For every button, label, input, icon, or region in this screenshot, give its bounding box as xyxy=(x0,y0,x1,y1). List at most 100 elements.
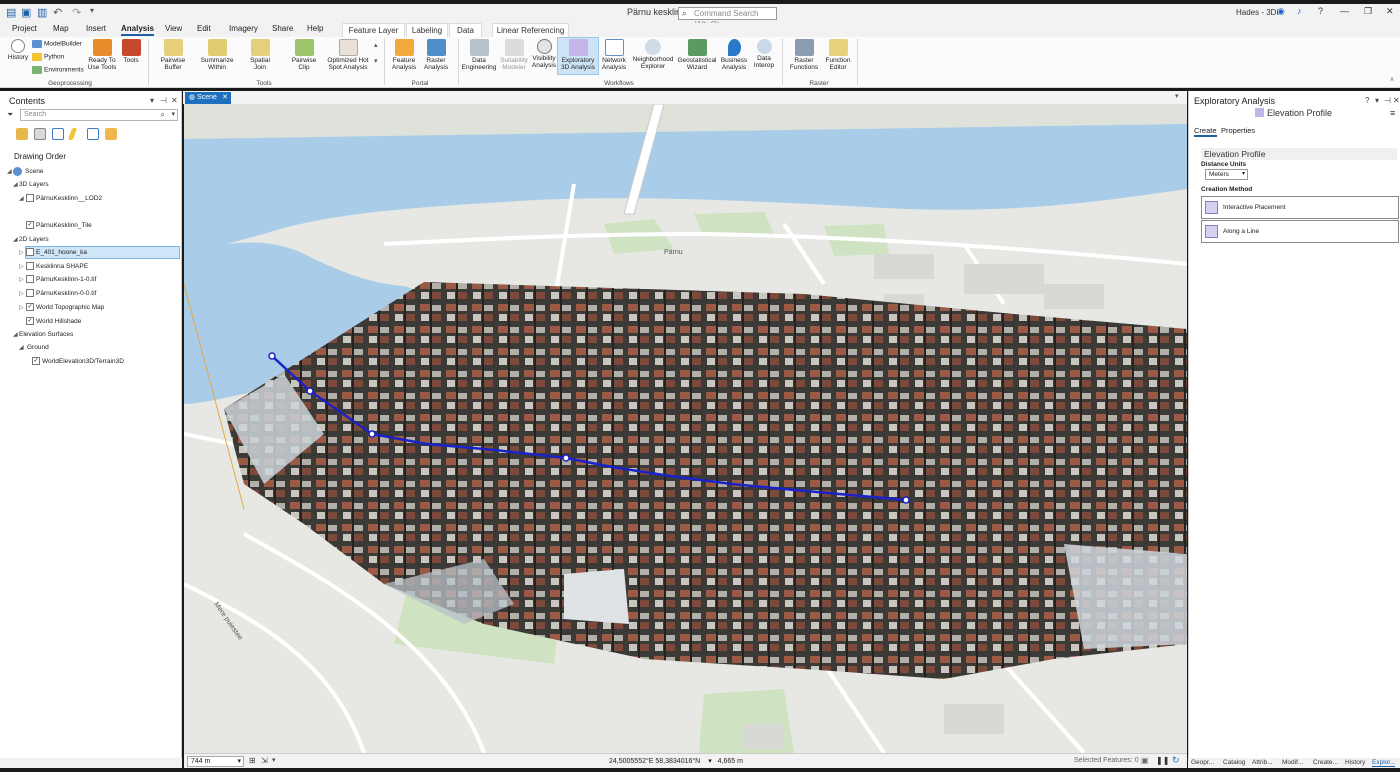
layer-visibility-checkbox[interactable]: ✓ xyxy=(26,303,34,311)
profile-vertex[interactable] xyxy=(268,352,276,360)
collapse-ribbon-icon[interactable]: ˄ xyxy=(1390,77,1394,84)
pairwise-buffer-tool[interactable]: Pairwise Buffer xyxy=(157,39,189,71)
tree-layer-terrain[interactable]: WorldElevation3D/Terrain3D xyxy=(42,358,124,365)
tree-layer-tile[interactable]: PärnuKesklinn_Tile xyxy=(36,222,92,229)
notifications-icon[interactable]: ◉ xyxy=(1277,6,1285,17)
tab-linear-referencing[interactable]: Linear Referencing xyxy=(492,23,569,37)
tree-layer-tif0[interactable]: PärnuKesklinn-0-0.tif xyxy=(36,290,96,297)
tab-edit[interactable]: Edit xyxy=(197,24,211,33)
pane-options-icon[interactable]: ▾ xyxy=(150,96,154,105)
filter-icon[interactable]: ⏷ xyxy=(7,110,13,120)
scene-canvas[interactable]: Pärnu Mere puiestee xyxy=(184,104,1187,753)
status-dropdown-icon[interactable]: ▾ xyxy=(272,756,276,764)
history-button[interactable]: History xyxy=(6,39,30,61)
view-options-icon[interactable]: ▾ xyxy=(1175,92,1179,100)
spatial-join-tool[interactable]: Spatial Join xyxy=(246,39,274,71)
function-editor-button[interactable]: Function Editor xyxy=(822,39,854,71)
layer-visibility-checkbox[interactable]: ✓ xyxy=(32,357,40,365)
profile-vertex[interactable] xyxy=(902,496,910,504)
expand-arrow-icon[interactable]: ▷ xyxy=(19,263,24,270)
layer-visibility-checkbox[interactable] xyxy=(26,289,34,297)
business-analysis-button[interactable]: Business Analysis xyxy=(718,39,750,71)
layer-visibility-checkbox[interactable]: ✓ xyxy=(26,221,34,229)
summarize-within-tool[interactable]: Summarize Within xyxy=(198,39,236,71)
exploratory-3d-analysis-button[interactable]: Exploratory 3D Analysis xyxy=(557,37,599,75)
tab-help[interactable]: Help xyxy=(307,24,323,33)
tab-attributes[interactable]: Attrib... xyxy=(1252,759,1273,766)
ready-to-use-tools-button[interactable]: Ready To Use Tools xyxy=(87,39,117,71)
expand-arrow-icon[interactable]: ◢ xyxy=(19,344,24,351)
refresh-view-icon[interactable]: ↻ xyxy=(1172,755,1180,766)
navigation-tools-icon[interactable]: ⊞ xyxy=(249,756,256,765)
close-pane-icon[interactable]: ✕ xyxy=(171,96,178,105)
layer-visibility-checkbox[interactable]: ✓ xyxy=(26,317,34,325)
tab-history[interactable]: History xyxy=(1345,759,1365,766)
contents-search-input[interactable]: Search ⌕ ▾ xyxy=(20,109,178,121)
pane-options-icon[interactable]: ▾ xyxy=(1375,96,1379,105)
modelbuilder-button[interactable]: ModelBuilder xyxy=(32,40,82,48)
command-search-input[interactable]: ⌕ Command Search (Alt+Q) xyxy=(678,7,777,29)
quick-access-dropdown-icon[interactable]: ▾ xyxy=(90,6,94,15)
tab-view[interactable]: View xyxy=(165,24,182,33)
expand-arrow-icon[interactable]: ◢ xyxy=(13,331,18,338)
tree-layer-lod2[interactable]: PärnuKesklinn__LOD2 xyxy=(36,195,102,202)
visibility-analysis-button[interactable]: Visibility Analysis xyxy=(530,39,558,69)
expand-arrow-icon[interactable]: ◢ xyxy=(19,195,24,202)
raster-functions-button[interactable]: Raster Functions xyxy=(786,39,822,71)
layer-visibility-checkbox[interactable] xyxy=(26,262,34,270)
layer-visibility-checkbox[interactable] xyxy=(26,194,34,202)
minimize-button[interactable]: — xyxy=(1340,6,1349,16)
save-project-icon[interactable]: ▥ xyxy=(37,6,47,19)
suitability-modeler-button[interactable]: Suitability Modeler xyxy=(498,39,530,71)
expand-arrow-icon[interactable]: ▷ xyxy=(19,276,24,283)
refresh-icon[interactable]: ▣ xyxy=(1141,756,1149,765)
list-by-drawing-order-icon[interactable] xyxy=(16,128,28,140)
environments-button[interactable]: Environments xyxy=(32,66,84,74)
pause-drawing-icon[interactable]: ❚❚ xyxy=(1156,756,1169,765)
help-button[interactable]: ? xyxy=(1318,6,1323,16)
tree-layer-tif1[interactable]: PärnuKesklinn-1-0.tif xyxy=(36,276,96,283)
maximize-button[interactable]: ❐ xyxy=(1364,6,1372,17)
pin-icon[interactable]: ⊣ xyxy=(160,96,167,105)
layer-visibility-checkbox[interactable] xyxy=(26,275,34,283)
redo-icon[interactable]: ↷ xyxy=(72,6,81,19)
python-button[interactable]: Python xyxy=(32,53,64,61)
tab-create[interactable]: Create xyxy=(1194,126,1217,137)
tab-map[interactable]: Map xyxy=(53,24,69,33)
profile-vertex[interactable] xyxy=(306,387,314,395)
tree-scene[interactable]: Scene xyxy=(25,168,43,175)
tab-catalog[interactable]: Catalog xyxy=(1223,759,1245,766)
tab-properties[interactable]: Properties xyxy=(1221,126,1255,135)
list-by-snapping-icon[interactable] xyxy=(87,128,99,140)
user-name[interactable]: Hades - 3Di xyxy=(1236,8,1278,17)
list-by-editing-icon[interactable] xyxy=(67,128,78,140)
profile-vertex[interactable] xyxy=(562,454,570,462)
tab-analysis[interactable]: Analysis xyxy=(121,24,154,36)
close-button[interactable]: ✕ xyxy=(1386,6,1394,17)
list-by-data-source-icon[interactable] xyxy=(34,128,46,140)
tab-exploratory[interactable]: Explor... xyxy=(1372,759,1396,767)
expand-arrow-icon[interactable]: ▷ xyxy=(19,290,24,297)
expand-arrow-icon[interactable]: ▷ xyxy=(19,304,24,311)
expand-arrow-icon[interactable]: ▷ xyxy=(19,249,24,256)
data-interop-button[interactable]: Data Interop xyxy=(750,39,778,69)
tab-modify[interactable]: Modif... xyxy=(1282,759,1303,766)
gallery-scroll-up-icon[interactable]: ▴ xyxy=(374,41,378,49)
gallery-scroll-down-icon[interactable]: ▾ xyxy=(374,57,378,65)
layer-visibility-checkbox[interactable] xyxy=(26,248,34,256)
tree-3d-layers[interactable]: 3D Layers xyxy=(19,181,49,188)
list-by-selection-icon[interactable] xyxy=(52,128,64,140)
view-options-icon[interactable]: ⇲ xyxy=(261,756,268,765)
expand-arrow-icon[interactable]: ◢ xyxy=(13,181,18,188)
raster-analysis-button[interactable]: Raster Analysis xyxy=(420,39,452,71)
tree-layer-hoone[interactable]: E_401_hoone_ka xyxy=(36,249,87,256)
optimized-hot-spot-tool[interactable]: Optimized Hot Spot Analysis xyxy=(325,39,371,71)
tab-scene-view[interactable]: ◍ Scene ✕ xyxy=(185,92,231,104)
network-analysis-button[interactable]: Network Analysis xyxy=(598,39,630,71)
feature-analysis-button[interactable]: Feature Analysis xyxy=(388,39,420,71)
coordinate-format-dropdown-icon[interactable]: ▾ xyxy=(708,758,712,765)
distance-units-select[interactable]: Meters ▾ xyxy=(1205,169,1248,180)
tools-button[interactable]: Tools xyxy=(120,39,142,64)
interactive-placement-button[interactable]: Interactive Placement xyxy=(1201,196,1399,219)
scale-input[interactable]: 744 m ▾ xyxy=(187,756,244,767)
